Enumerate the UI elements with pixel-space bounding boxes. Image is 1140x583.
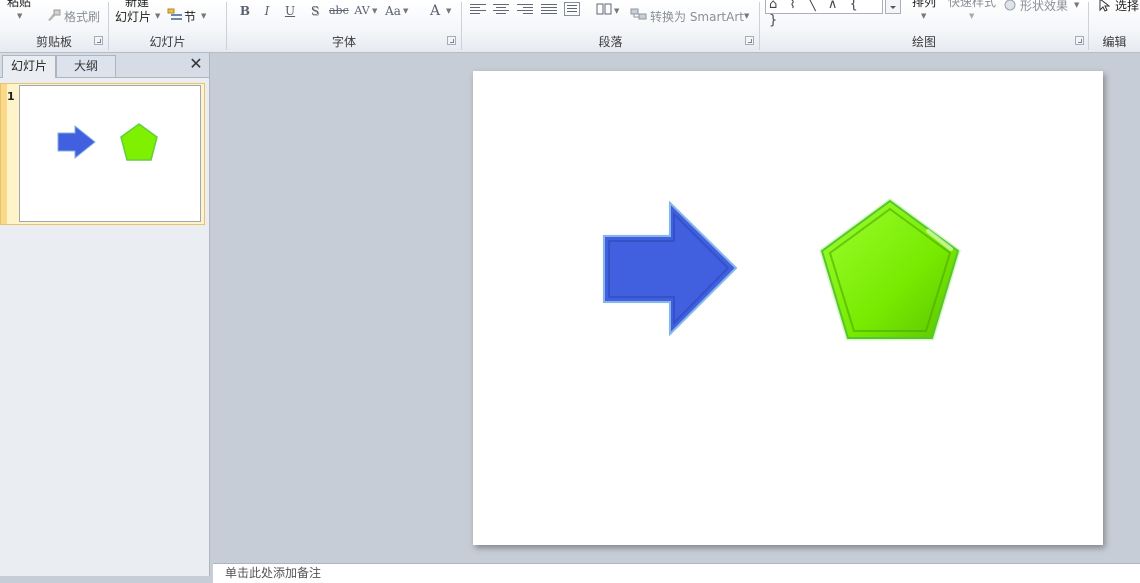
drawing-launcher-icon[interactable]	[1075, 36, 1084, 45]
arrange-dropdown-icon[interactable]: ▼	[921, 12, 926, 20]
shape-effects-button[interactable]: 形状效果 ▼	[1003, 0, 1083, 13]
drawing-group-label: 绘图	[911, 35, 936, 49]
shape-effects-icon	[1004, 0, 1016, 11]
slides-group: 新建 幻灯片 ▼ 节 ▼ 幻灯片	[109, 0, 226, 52]
text-shadow-button[interactable]: S	[307, 2, 323, 20]
strikethrough-button[interactable]: abc	[329, 2, 349, 20]
clipboard-group: 粘贴 ▼ 格式刷 剪贴板	[0, 0, 108, 52]
align-center-icon[interactable]	[493, 2, 509, 16]
char-spacing-dropdown-icon[interactable]: ▼	[372, 7, 377, 15]
section-button[interactable]: 节 ▼	[167, 7, 211, 25]
italic-button[interactable]: I	[259, 2, 275, 20]
convert-smartart-button[interactable]: 转换为 SmartArt ▼	[630, 7, 754, 25]
char-spacing-button[interactable]: AV	[354, 2, 370, 20]
bold-button[interactable]: B	[237, 2, 253, 20]
font-color-button[interactable]: A	[427, 2, 443, 20]
paragraph-launcher-icon[interactable]	[745, 36, 754, 45]
quick-styles-dropdown-icon[interactable]: ▼	[969, 12, 974, 20]
font-group-label: 字体	[331, 35, 356, 49]
clipboard-group-label: 剪贴板	[35, 35, 72, 49]
editing-group-label: 编辑	[1102, 35, 1127, 49]
change-case-dropdown-icon[interactable]: ▼	[403, 7, 408, 15]
arrange-button[interactable]: 排列	[912, 0, 936, 10]
pentagon-shape[interactable]	[819, 197, 961, 341]
shape-effects-label: 形状效果	[1020, 0, 1069, 13]
panel-tabbar: 幻灯片 大纲 ✕	[0, 53, 209, 78]
change-case-button[interactable]: Aa	[385, 2, 401, 20]
slide-thumbnail[interactable]	[19, 85, 201, 222]
section-dropdown-icon: ▼	[201, 12, 207, 20]
cursor-arrow-icon	[1099, 0, 1110, 12]
smartart-label: 转换为 SmartArt	[650, 10, 744, 24]
distributed-align-icon[interactable]	[564, 2, 580, 16]
align-right-icon[interactable]	[517, 2, 533, 16]
right-arrow-shape[interactable]	[603, 200, 738, 337]
paragraph-group: ▼ 转换为 SmartArt ▼ 段落	[462, 0, 759, 52]
format-painter-button[interactable]: 格式刷	[46, 7, 106, 25]
paragraph-group-label: 段落	[598, 35, 623, 49]
tab-slides[interactable]: 幻灯片	[2, 55, 57, 78]
columns-dropdown-icon[interactable]: ▼	[614, 7, 619, 15]
shape-gallery-more-icon[interactable]	[885, 0, 901, 14]
smartart-dropdown-icon: ▼	[744, 12, 750, 20]
thumbnail-shapes	[57, 123, 158, 161]
section-label: 节	[184, 10, 197, 24]
smartart-icon	[630, 8, 647, 20]
quick-styles-button[interactable]: 快速样式	[948, 0, 996, 10]
ribbon: 粘贴 ▼ 格式刷 剪贴板 新建 幻灯片 ▼ 节 ▼ 幻灯片 B I U S ab…	[0, 0, 1140, 53]
thumbnail-arrow	[57, 124, 96, 160]
paintbrush-icon	[48, 9, 61, 21]
tab-outline[interactable]: 大纲	[56, 55, 116, 77]
paste-button[interactable]: 粘贴	[7, 0, 31, 10]
slides-group-label: 幻灯片	[149, 35, 186, 49]
select-label: 选择	[1115, 0, 1140, 13]
shape-effects-dropdown-icon: ▼	[1074, 1, 1080, 9]
columns-icon[interactable]	[596, 2, 612, 16]
clipboard-launcher-icon[interactable]	[94, 36, 103, 45]
font-launcher-icon[interactable]	[447, 36, 456, 45]
select-button[interactable]: 选择	[1098, 0, 1140, 15]
slides-panel: 幻灯片 大纲 ✕ 1	[0, 53, 210, 576]
paste-dropdown-icon[interactable]: ▼	[17, 12, 22, 20]
new-slide-dropdown-icon[interactable]: ▼	[155, 12, 160, 20]
format-painter-label: 格式刷	[64, 10, 101, 24]
shape-gallery[interactable]: ⌂ ⌇ ╲ ∧ { }	[765, 0, 883, 28]
thumbnail-pentagon	[120, 123, 158, 161]
section-icon	[167, 8, 182, 20]
underline-button[interactable]: U	[282, 2, 298, 20]
new-slide-button[interactable]: 幻灯片	[115, 8, 151, 25]
slide-shapes	[603, 197, 961, 341]
font-color-dropdown-icon[interactable]: ▼	[446, 7, 451, 15]
slide-number: 1	[7, 90, 15, 103]
slide-canvas[interactable]	[473, 71, 1103, 545]
close-icon[interactable]: ✕	[188, 56, 204, 72]
align-left-icon[interactable]	[470, 2, 486, 16]
justify-icon[interactable]	[541, 2, 557, 16]
notes-pane[interactable]: 单击此处添加备注	[213, 563, 1140, 583]
font-group: B I U S abc AV ▼ Aa ▼ A ▼ 字体	[227, 0, 461, 52]
